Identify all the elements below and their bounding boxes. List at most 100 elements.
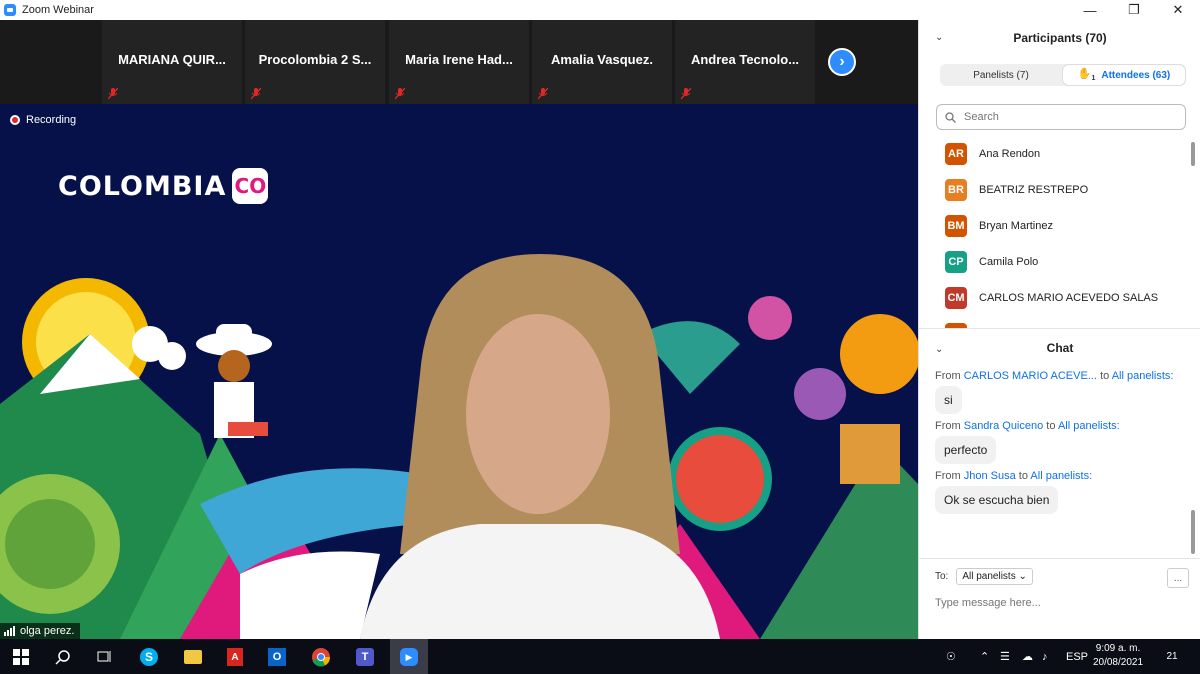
participants-header: Participants (70) bbox=[1013, 31, 1107, 45]
chat-message: From Jhon Susa to All panelists: Ok se e… bbox=[935, 470, 1191, 514]
participant-tile[interactable]: Amalia Vasquez. bbox=[532, 20, 672, 104]
logo-text: COLOMBIA bbox=[58, 170, 227, 202]
recipient-select[interactable]: All panelists ⌄ bbox=[956, 568, 1033, 585]
chrome-icon[interactable] bbox=[310, 646, 332, 668]
acrobat-icon[interactable]: A bbox=[224, 646, 246, 668]
teams-icon[interactable]: T bbox=[354, 646, 376, 668]
list-item[interactable]: BM Bryan Martinez bbox=[919, 208, 1191, 244]
more-options-button[interactable]: ... bbox=[1167, 568, 1189, 588]
recipient-select-value: All panelists bbox=[962, 571, 1016, 582]
participant-name: BEATRIZ RESTREPO bbox=[979, 184, 1089, 196]
to-word: to bbox=[1100, 370, 1110, 382]
skype-icon[interactable]: S bbox=[138, 646, 160, 668]
search-icon bbox=[945, 111, 956, 123]
search-icon[interactable] bbox=[52, 646, 74, 668]
file-explorer-icon[interactable] bbox=[182, 646, 204, 668]
logo-badge: CO bbox=[232, 168, 269, 204]
title-bar: Zoom Webinar — ❐ ✕ bbox=[0, 0, 1200, 20]
muted-mic-icon bbox=[108, 88, 118, 100]
chat-header: Chat bbox=[1046, 341, 1074, 355]
message-header: From Jhon Susa to All panelists: bbox=[935, 470, 1191, 482]
speaker-name: olga perez. bbox=[20, 625, 75, 637]
message-sender[interactable]: CARLOS MARIO ACEVE... bbox=[964, 370, 1097, 382]
from-label: From bbox=[935, 470, 961, 482]
participant-name: Camila Polo bbox=[979, 256, 1039, 268]
chat-messages: From CARLOS MARIO ACEVE... to All paneli… bbox=[935, 364, 1191, 554]
message-recipient: All panelists: bbox=[1030, 470, 1093, 482]
list-item[interactable] bbox=[919, 316, 1191, 328]
window-controls: — ❐ ✕ bbox=[1068, 0, 1200, 20]
chat-message: From CARLOS MARIO ACEVE... to All paneli… bbox=[935, 370, 1191, 414]
participants-scrollbar[interactable] bbox=[1191, 142, 1195, 166]
cloud-icon[interactable]: ☁ bbox=[1022, 639, 1033, 674]
chevron-up-icon[interactable]: ⌃ bbox=[980, 639, 989, 674]
participant-name: CARLOS MARIO ACEVEDO SALAS bbox=[979, 292, 1159, 304]
system-clock[interactable]: 9:09 a. m. 20/08/2021 bbox=[1090, 642, 1146, 670]
to-label: To: bbox=[935, 571, 949, 582]
participant-tile[interactable]: Maria Irene Had... bbox=[389, 20, 529, 104]
participant-tile-name: Maria Irene Had... bbox=[405, 52, 513, 67]
window-title: Zoom Webinar bbox=[22, 4, 94, 16]
raise-hand-icon: ✋1 bbox=[1077, 68, 1096, 83]
zoom-app-icon bbox=[4, 4, 16, 16]
participant-name: Bryan Martinez bbox=[979, 220, 1053, 232]
participant-tile-name: Andrea Tecnolo... bbox=[690, 52, 800, 67]
record-icon bbox=[10, 115, 20, 125]
list-item[interactable]: CM CARLOS MARIO ACEVEDO SALAS bbox=[919, 280, 1191, 316]
message-header: From CARLOS MARIO ACEVE... to All paneli… bbox=[935, 370, 1191, 382]
chat-message-input[interactable] bbox=[933, 592, 1187, 614]
to-word: to bbox=[1018, 470, 1028, 482]
close-icon[interactable]: ✕ bbox=[1156, 0, 1200, 20]
task-view-icon[interactable] bbox=[94, 646, 116, 668]
network-icon[interactable]: ☰ bbox=[1000, 639, 1010, 674]
language-indicator[interactable]: ESP bbox=[1066, 639, 1088, 674]
message-sender[interactable]: Jhon Susa bbox=[964, 470, 1016, 482]
muted-mic-icon bbox=[538, 88, 548, 100]
notification-icon[interactable]: 21 bbox=[1162, 647, 1182, 665]
message-bubble: perfecto bbox=[935, 436, 997, 464]
participant-tile[interactable]: MARIANA QUIR... bbox=[102, 20, 242, 104]
participant-tile[interactable]: Procolombia 2 S... bbox=[245, 20, 385, 104]
volume-icon[interactable]: ♪ bbox=[1042, 639, 1048, 674]
chat-scrollbar[interactable] bbox=[1191, 510, 1195, 554]
chevron-right-icon[interactable]: › bbox=[828, 48, 856, 76]
participant-list: AR Ana Rendon BR BEATRIZ RESTREPO BM Bry… bbox=[919, 136, 1191, 328]
people-icon[interactable]: ☉ bbox=[946, 639, 956, 674]
thumbnail-strip: MARIANA QUIR... Procolombia 2 S... Maria… bbox=[0, 20, 918, 104]
participant-search[interactable] bbox=[936, 104, 1186, 130]
message-bubble: Ok se escucha bien bbox=[935, 486, 1059, 514]
participants-tabs: Panelists (7) ✋1 Attendees (63) bbox=[940, 64, 1186, 86]
clock-time: 9:09 a. m. bbox=[1095, 643, 1141, 654]
minimize-icon[interactable]: — bbox=[1068, 0, 1112, 20]
list-item[interactable]: AR Ana Rendon bbox=[919, 136, 1191, 172]
tab-attendees[interactable]: ✋1 Attendees (63) bbox=[1063, 65, 1185, 85]
list-item[interactable]: BR BEATRIZ RESTREPO bbox=[919, 172, 1191, 208]
search-input[interactable] bbox=[962, 110, 1166, 124]
recording-indicator: Recording bbox=[10, 114, 76, 126]
from-label: From bbox=[935, 420, 961, 432]
to-word: to bbox=[1046, 420, 1056, 432]
participant-tile-name: Procolombia 2 S... bbox=[258, 52, 372, 67]
participant-tile-name: Amalia Vasquez. bbox=[551, 52, 653, 67]
speaker-name-label: olga perez. bbox=[0, 623, 81, 639]
participant-name: Ana Rendon bbox=[979, 148, 1041, 160]
message-bubble: si bbox=[935, 386, 962, 414]
chat-message: From Sandra Quiceno to All panelists: pe… bbox=[935, 420, 1191, 464]
colombia-logo: COLOMBIA CO bbox=[58, 168, 269, 204]
message-header: From Sandra Quiceno to All panelists: bbox=[935, 420, 1191, 432]
divider bbox=[919, 328, 1200, 329]
avatar: CM bbox=[945, 287, 967, 309]
participant-tile[interactable]: Andrea Tecnolo... bbox=[675, 20, 815, 104]
outlook-icon[interactable]: O bbox=[266, 646, 288, 668]
list-item[interactable]: CP Camila Polo bbox=[919, 244, 1191, 280]
windows-start-icon[interactable] bbox=[10, 646, 32, 668]
video-area: MARIANA QUIR... Procolombia 2 S... Maria… bbox=[0, 20, 918, 639]
muted-mic-icon bbox=[681, 88, 691, 100]
from-label: From bbox=[935, 370, 961, 382]
tab-panelists[interactable]: Panelists (7) bbox=[940, 64, 1062, 86]
message-sender[interactable]: Sandra Quiceno bbox=[964, 420, 1044, 432]
restore-icon[interactable]: ❐ bbox=[1112, 0, 1156, 20]
avatar: BR bbox=[945, 179, 967, 201]
side-panel: ⌄ Participants (70) Panelists (7) ✋1 Att… bbox=[918, 20, 1200, 639]
zoom-icon[interactable]: ▶ bbox=[398, 646, 420, 668]
